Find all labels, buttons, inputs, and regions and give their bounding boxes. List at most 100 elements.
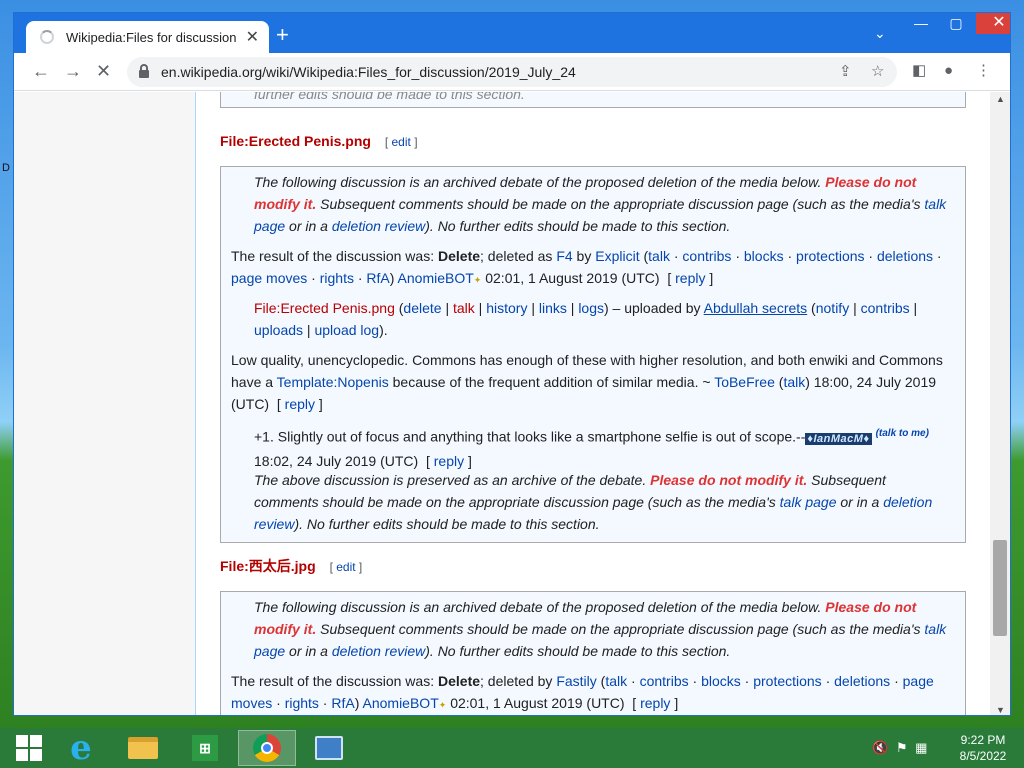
blocks-link-2[interactable]: blocks: [701, 673, 741, 689]
bot-link[interactable]: AnomieBOT: [398, 270, 474, 286]
protections-link[interactable]: protections: [796, 248, 864, 264]
chrome-taskbar-button[interactable]: [238, 730, 296, 766]
profile-icon[interactable]: ●: [944, 61, 953, 81]
clock-date: 8/5/2022: [959, 749, 1007, 763]
uploader-link[interactable]: Abdullah secrets: [704, 300, 808, 316]
browser-tab[interactable]: Wikipedia:Files for discussion/20 ✕: [26, 21, 269, 53]
minimize-button[interactable]: —: [906, 13, 936, 34]
commenter-link[interactable]: ToBeFree: [714, 374, 775, 390]
contribs-link-2[interactable]: contribs: [640, 673, 689, 689]
desktop-edge-text: D: [2, 162, 10, 174]
close-window-button[interactable]: ✕: [976, 13, 1010, 34]
lock-icon[interactable]: [139, 64, 149, 78]
page-viewport: further edits should be made to this sec…: [14, 92, 1010, 715]
scroll-up-icon[interactable]: ▲: [996, 94, 1005, 104]
tab-title: Wikipedia:Files for discussion/20: [66, 29, 236, 45]
bot-star-icon: ✦: [473, 275, 482, 285]
commenter-talk-link[interactable]: talk: [783, 374, 805, 390]
share-icon[interactable]: ⇪: [839, 62, 852, 80]
folder-icon: [128, 737, 158, 759]
protections-link-2[interactable]: protections: [753, 673, 821, 689]
store-button[interactable]: ⊞: [176, 730, 234, 766]
discussion-result: The result of the discussion was: Delete…: [231, 248, 942, 286]
archive-closing-notice: The above discussion is preserved as an …: [254, 472, 933, 532]
section-title: File:Erected Penis.png: [220, 133, 371, 149]
address-bar[interactable]: en.wikipedia.org/wiki/Wikipedia:Files_fo…: [127, 57, 897, 87]
file-logs-link[interactable]: logs: [578, 300, 604, 316]
archive-notice: The following discussion is an archived …: [254, 174, 947, 234]
tab-search-icon[interactable]: ⌄: [874, 25, 886, 42]
back-icon[interactable]: ←: [32, 61, 50, 81]
file-explorer-button[interactable]: [114, 730, 172, 766]
rfa-link[interactable]: RfA: [366, 270, 389, 286]
system-clock[interactable]: 9:22 PM 8/5/2022: [948, 732, 1018, 764]
file-links-link[interactable]: links: [539, 300, 567, 316]
archive-notice-2: The following discussion is an archived …: [254, 599, 947, 659]
contribs-link[interactable]: contribs: [682, 248, 731, 264]
start-button[interactable]: [0, 730, 58, 766]
address-url: en.wikipedia.org/wiki/Wikipedia:Files_fo…: [161, 64, 576, 80]
clock-time: 9:22 PM: [960, 733, 1006, 747]
uploader-contribs-link[interactable]: contribs: [861, 300, 910, 316]
deletions-link-2[interactable]: deletions: [834, 673, 890, 689]
menu-icon[interactable]: ⋮: [976, 61, 991, 81]
maximize-button[interactable]: ▢: [937, 13, 975, 34]
user-link-2[interactable]: Fastily: [556, 673, 596, 689]
stop-loading-icon[interactable]: ✕: [96, 61, 111, 81]
network-icon[interactable]: ▦: [915, 740, 927, 755]
chrome-icon: [253, 734, 281, 762]
internet-explorer-icon: e: [70, 728, 92, 768]
f4-link[interactable]: F4: [556, 248, 572, 264]
blocks-link[interactable]: blocks: [744, 248, 784, 264]
tab-close-icon[interactable]: ✕: [246, 27, 259, 47]
loading-spinner-icon: [40, 30, 54, 44]
bot-star-icon-2: ✦: [438, 700, 447, 710]
vertical-scrollbar[interactable]: ▲ ▼: [990, 92, 1010, 715]
uploads-link[interactable]: uploads: [254, 322, 303, 338]
comment-nomination: Low quality, unencyclopedic. Commons has…: [231, 352, 943, 412]
user-talk-link-2[interactable]: talk: [605, 673, 627, 689]
taskbar: e ⊞ 🔇 ⚑ ▦ 9:22 PM 8/5/2022: [0, 728, 1024, 768]
template-link[interactable]: Template:Nopenis: [277, 374, 389, 390]
volume-muted-icon[interactable]: 🔇: [872, 740, 888, 755]
deletion-review-link[interactable]: deletion review: [332, 218, 425, 234]
scroll-down-icon[interactable]: ▼: [996, 705, 1005, 715]
browser-titlebar: Wikipedia:Files for discussion/20 ✕ + ⌄ …: [14, 13, 1010, 53]
upload-log-link[interactable]: upload log: [314, 322, 379, 338]
internet-explorer-button[interactable]: e: [52, 728, 110, 768]
file-talk-link[interactable]: talk: [453, 300, 475, 316]
notification-icon[interactable]: ⚑: [896, 740, 908, 755]
section-edit-link[interactable]: [ edit ]: [385, 135, 418, 149]
section-heading-1: File:Erected Penis.png [ edit ]: [220, 130, 418, 153]
closing-talk-page-link[interactable]: talk page: [780, 494, 837, 510]
discussion-result-2: The result of the discussion was: Delete…: [231, 673, 934, 711]
deletion-review-link-2[interactable]: deletion review: [332, 643, 425, 659]
new-tab-button[interactable]: +: [276, 23, 289, 47]
forward-icon[interactable]: →: [64, 61, 82, 81]
reply-link[interactable]: reply: [675, 270, 705, 286]
deletions-link[interactable]: deletions: [877, 248, 933, 264]
signature-link[interactable]: ♦IanMacM♦: [805, 432, 872, 445]
rfa-link-2[interactable]: RfA: [331, 695, 354, 711]
page-moves-link[interactable]: page moves: [231, 270, 307, 286]
signature-talk-link[interactable]: (talk to me): [876, 428, 929, 439]
user-link[interactable]: Explicit: [595, 248, 639, 264]
rights-link[interactable]: rights: [320, 270, 354, 286]
reply-link-4[interactable]: reply: [640, 695, 670, 711]
file-link[interactable]: File:Erected Penis.png: [254, 300, 395, 316]
remote-desktop-button[interactable]: [300, 730, 358, 766]
sidepanel-icon[interactable]: ◧: [912, 61, 926, 81]
scrollbar-thumb[interactable]: [993, 540, 1007, 636]
section-edit-link-2[interactable]: [ edit ]: [330, 560, 363, 574]
reply-link-3[interactable]: reply: [434, 453, 464, 469]
file-history-link[interactable]: history: [486, 300, 527, 316]
user-talk-link[interactable]: talk: [648, 248, 670, 264]
reply-link-2[interactable]: reply: [285, 396, 315, 412]
file-delete-link[interactable]: delete: [403, 300, 441, 316]
comment-reply: +1. Slightly out of focus and anything t…: [254, 428, 929, 469]
bookmark-star-icon[interactable]: ☆: [871, 62, 884, 80]
rights-link-2[interactable]: rights: [285, 695, 319, 711]
bot-link-2[interactable]: AnomieBOT: [363, 695, 439, 711]
notify-link[interactable]: notify: [816, 300, 849, 316]
windows-start-icon: [16, 735, 42, 761]
